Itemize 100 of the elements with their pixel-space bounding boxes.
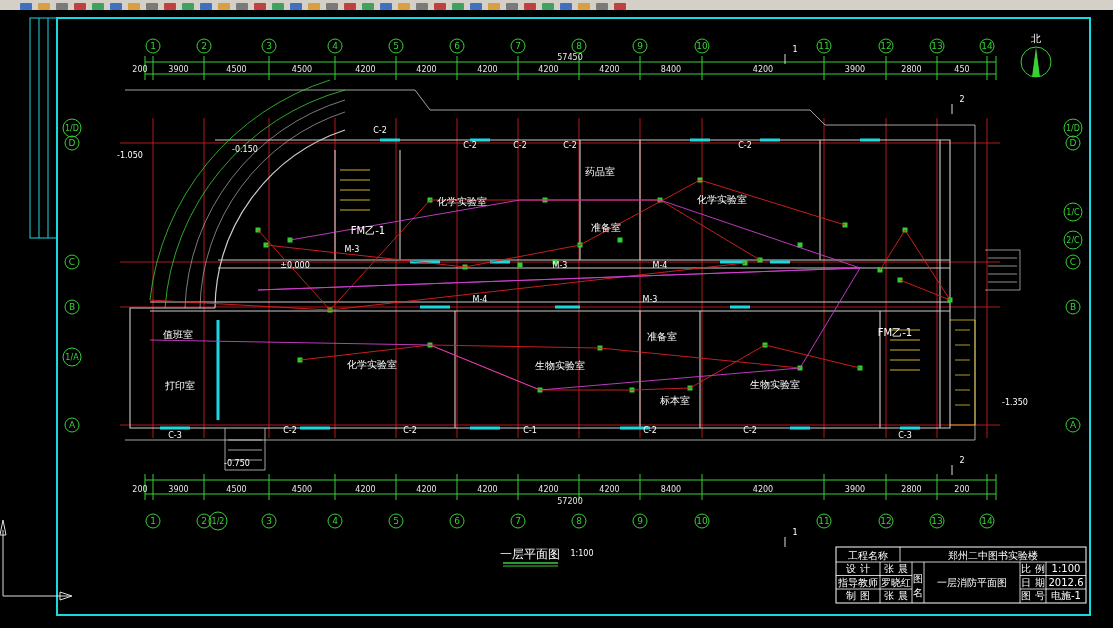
title-block-value: 张 晨 — [884, 563, 908, 574]
axis-bubble: 4 — [327, 38, 343, 54]
room-label: 标本室 — [660, 395, 690, 406]
axis-bubble: 4 — [327, 513, 343, 529]
toolbar-icon[interactable] — [362, 3, 374, 10]
axis-bubble: A — [1065, 417, 1081, 433]
opening-label: FM乙-1 — [350, 225, 386, 236]
toolbar-icon[interactable] — [560, 3, 572, 10]
dimension-text: 4200 — [538, 485, 559, 494]
axis-bubble: 2/C — [1063, 230, 1083, 250]
section-line — [951, 464, 953, 476]
toolbar-icon[interactable] — [290, 3, 302, 10]
section-line — [951, 103, 953, 115]
toolbar-icon[interactable] — [254, 3, 266, 10]
opening-label: FM乙-1 — [877, 327, 913, 338]
toolbar-icon[interactable] — [308, 3, 320, 10]
toolbar-icon[interactable] — [344, 3, 356, 10]
axis-bubble: 1/D — [1063, 118, 1083, 138]
title-block-value: 张 晨 — [884, 590, 908, 601]
dimension-text: 4500 — [291, 65, 313, 74]
toolbar-icon[interactable] — [200, 3, 212, 10]
dimension-text: 57200 — [557, 497, 583, 506]
toolbar-icon[interactable] — [146, 3, 158, 10]
toolbar-icon[interactable] — [506, 3, 518, 10]
opening-label: M-3 — [552, 261, 568, 270]
room-label: 准备室 — [591, 222, 621, 233]
dimension-text: 4200 — [355, 65, 376, 74]
toolbar-icon[interactable] — [182, 3, 194, 10]
toolbar-icon[interactable] — [56, 3, 68, 10]
dimension-text: 200 — [954, 485, 970, 494]
toolbar-icon[interactable] — [20, 3, 32, 10]
axis-bubble: 14 — [979, 513, 995, 529]
toolbar-icon[interactable] — [38, 3, 50, 10]
dimension-text: 4500 — [291, 485, 313, 494]
toolbar-icon[interactable] — [470, 3, 482, 10]
axis-bubble: 12 — [878, 513, 894, 529]
dimension-text: 4500 — [226, 485, 247, 494]
toolbar-icon[interactable] — [128, 3, 140, 10]
dimension-text: 4200 — [599, 485, 620, 494]
dimension-text: 4200 — [355, 485, 376, 494]
dimension-text: 57450 — [557, 53, 583, 62]
axis-bubble: 7 — [510, 513, 526, 529]
section-label: 1 — [792, 45, 798, 54]
toolbar-icon[interactable] — [596, 3, 608, 10]
toolbar-icon[interactable] — [416, 3, 428, 10]
toolbar-icon[interactable] — [524, 3, 536, 10]
toolbar-icon[interactable] — [326, 3, 338, 10]
axis-bubble: 1 — [145, 513, 161, 529]
axis-bubble: B — [1065, 299, 1081, 315]
title-block-label: 图名 — [913, 573, 923, 598]
toolbar-icon[interactable] — [218, 3, 230, 10]
toolbar-icon[interactable] — [488, 3, 500, 10]
axis-bubble: B — [64, 299, 80, 315]
axis-bubble: 11 — [816, 513, 832, 529]
toolbar-icon[interactable] — [578, 3, 590, 10]
axis-bubble: 7 — [510, 38, 526, 54]
section-line — [784, 53, 786, 65]
axis-bubble: 8 — [571, 513, 587, 529]
dimension-text: 3900 — [168, 65, 189, 74]
drawing-name: 一层消防平面图 — [937, 577, 1007, 588]
title-underline — [502, 562, 559, 567]
axis-bubble: 13 — [929, 38, 945, 54]
axis-bubble: 5 — [388, 38, 404, 54]
opening-label: C-2 — [513, 141, 527, 150]
toolbar-icon[interactable] — [74, 3, 86, 10]
axis-bubble: C — [1065, 254, 1081, 270]
opening-label: C-2 — [643, 426, 657, 435]
elevation-label: -1.350 — [1002, 398, 1028, 407]
axis-bubble: 11 — [816, 38, 832, 54]
title-block-label: 图 号 — [1021, 590, 1045, 601]
room-label: 化学实验室 — [697, 194, 747, 205]
opening-label: M-3 — [642, 295, 658, 304]
dimension-text: 200 — [132, 485, 148, 494]
toolbar-icon[interactable] — [614, 3, 626, 10]
toolbar-icon[interactable] — [542, 3, 554, 10]
toolbar-icon[interactable] — [272, 3, 284, 10]
toolbar-icon[interactable] — [452, 3, 464, 10]
toolbar-icon[interactable] — [398, 3, 410, 10]
dimension-text: 4200 — [416, 65, 437, 74]
dimension-text: 3900 — [168, 485, 189, 494]
dimension-text: 4500 — [226, 65, 247, 74]
opening-label: C-3 — [898, 431, 912, 440]
title-block-value: 罗晓红 — [881, 576, 911, 588]
opening-label: M-4 — [652, 261, 668, 270]
toolbar-icon[interactable] — [110, 3, 122, 10]
room-label: 化学实验室 — [347, 359, 397, 370]
toolbar-icon[interactable] — [434, 3, 446, 10]
axis-bubble: D — [64, 135, 80, 151]
title-block-value: 电施-1 — [1051, 590, 1081, 601]
dimension-text: 2800 — [901, 485, 922, 494]
toolbar-icon[interactable] — [164, 3, 176, 10]
toolbar-icon[interactable] — [92, 3, 104, 10]
toolbar-icon[interactable] — [380, 3, 392, 10]
north-label: 北 — [1031, 33, 1041, 44]
dimension-text: 200 — [132, 65, 148, 74]
section-label: 2 — [959, 95, 965, 104]
axis-bubble: 6 — [449, 513, 465, 529]
toolbar-icon[interactable] — [236, 3, 248, 10]
axis-bubble: 8 — [571, 38, 587, 54]
opening-label: C-3 — [168, 431, 182, 440]
